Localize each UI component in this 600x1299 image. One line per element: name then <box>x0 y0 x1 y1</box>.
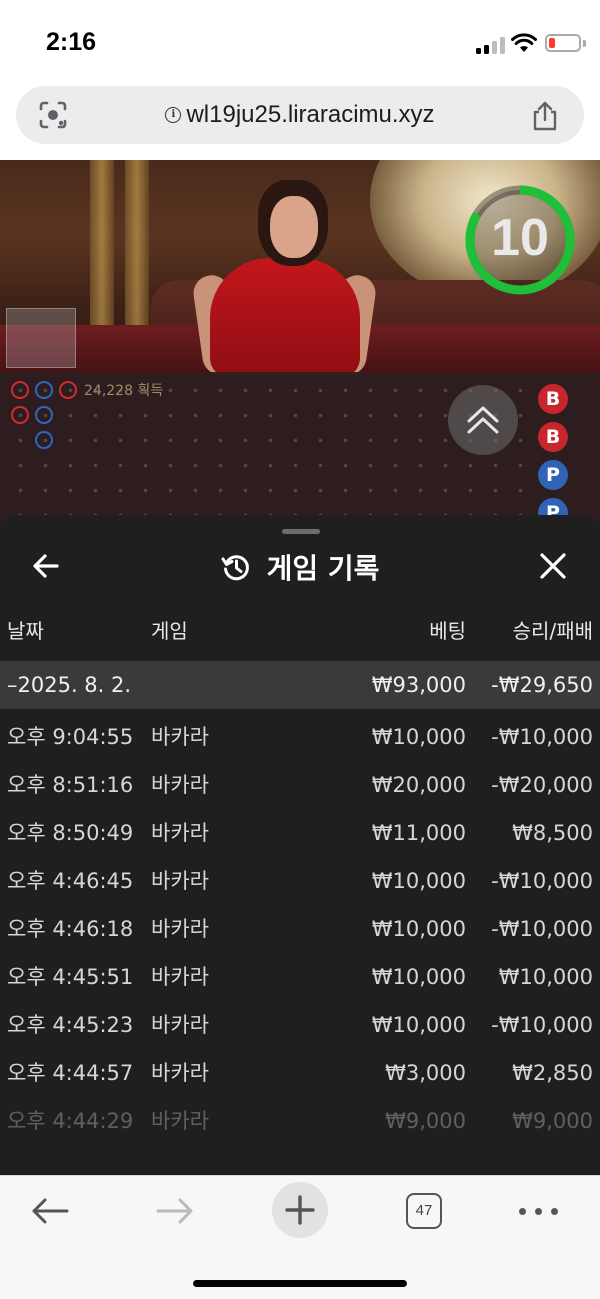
roadmap-banker-mark <box>11 381 29 399</box>
row-time: 오후 4:46:45 <box>7 869 134 893</box>
row-bet: ₩20,000 <box>371 773 466 797</box>
tabs-icon[interactable]: 47 <box>406 1193 442 1229</box>
dealer-face <box>270 196 318 258</box>
table-row[interactable]: 오후 8:50:49 바카라 ₩11,000 ₩8,500 <box>0 811 600 859</box>
row-bet: ₩10,000 <box>371 917 466 941</box>
row-result: -₩10,000 <box>491 917 593 941</box>
table-row[interactable]: 오후 4:44:29 바카라 ₩9,000 ₩9,000 <box>0 1099 600 1147</box>
row-bet: ₩9,000 <box>385 1109 466 1133</box>
row-time: 오후 9:04:55 <box>7 725 134 749</box>
row-time: 오후 4:45:51 <box>7 965 134 989</box>
row-result: ₩2,850 <box>512 1061 593 1085</box>
chevron-up-icon[interactable] <box>448 385 518 455</box>
history-icon <box>221 555 249 581</box>
row-result: ₩9,000 <box>512 1109 593 1133</box>
status-bar: 2:16 <box>0 0 600 80</box>
row-bet: ₩10,000 <box>371 965 466 989</box>
side-badge-player: P <box>538 460 568 490</box>
screen: 2:16 i wl19ju25.liraracimu.xyz 10 24,228… <box>0 0 600 1299</box>
cellular-signal-icon <box>476 36 506 54</box>
plus-icon <box>285 1195 315 1225</box>
battery-cap <box>583 40 586 47</box>
close-icon[interactable] <box>538 551 568 581</box>
forward-arrow-icon[interactable] <box>155 1196 195 1226</box>
back-arrow-icon[interactable] <box>30 1196 70 1226</box>
sheet-title: 게임 기록 <box>266 552 380 585</box>
roadmap: 24,228 획득 <box>0 372 600 532</box>
table-row[interactable]: 오후 9:04:55 바카라 ₩10,000 -₩10,000 <box>0 715 600 763</box>
live-game-area: 10 24,228 획득 B B P P 게임 기록 날짜 게임 베팅 승리/패… <box>0 160 600 1175</box>
roadmap-banker-mark <box>11 406 29 424</box>
game-history-sheet: 게임 기록 날짜 게임 베팅 승리/패배 –2025. 8. 2. ₩93,00… <box>0 515 600 1175</box>
info-icon[interactable]: i <box>165 107 182 123</box>
roadmap-grid <box>8 378 528 528</box>
battery-icon <box>545 34 581 52</box>
table-row[interactable]: 오후 4:44:57 바카라 ₩3,000 ₩2,850 <box>0 1051 600 1099</box>
sheet-header: 게임 기록 <box>0 545 600 589</box>
row-result: ₩10,000 <box>498 965 593 989</box>
row-game: 바카라 <box>151 821 209 845</box>
roadmap-banker-mark <box>59 381 77 399</box>
row-game: 바카라 <box>151 965 209 989</box>
sheet-grabber[interactable] <box>282 529 320 534</box>
side-badge-banker: B <box>538 384 568 414</box>
column-header-result: 승리/패배 <box>512 619 593 643</box>
column-header-date: 날짜 <box>7 619 44 643</box>
address-bar[interactable]: i wl19ju25.liraracimu.xyz <box>16 86 584 144</box>
more-icon[interactable] <box>519 1208 559 1216</box>
row-game: 바카라 <box>151 869 209 893</box>
roadmap-win-text: 24,228 획득 <box>84 383 164 399</box>
table-row[interactable]: 오후 8:51:16 바카라 ₩20,000 -₩20,000 <box>0 763 600 811</box>
table-row[interactable]: 오후 4:45:23 바카라 ₩10,000 -₩10,000 <box>0 1003 600 1051</box>
row-result: -₩10,000 <box>491 869 593 893</box>
row-result: ₩8,500 <box>512 821 593 845</box>
roadmap-player-mark <box>35 381 53 399</box>
dealer-body <box>210 258 360 375</box>
column-header-game: 게임 <box>151 619 188 643</box>
row-bet: ₩11,000 <box>371 821 466 845</box>
countdown-number: 10 <box>491 209 549 267</box>
roadmap-player-mark <box>35 406 53 424</box>
wifi-icon <box>511 33 537 52</box>
url-display[interactable]: i wl19ju25.liraracimu.xyz <box>16 86 584 144</box>
roadmap-player-mark <box>35 431 53 449</box>
row-game: 바카라 <box>151 1013 209 1037</box>
row-result: -₩10,000 <box>491 1013 593 1037</box>
status-time: 2:16 <box>46 28 97 56</box>
summary-result: -₩29,650 <box>491 673 593 697</box>
table-row[interactable]: 오후 4:45:51 바카라 ₩10,000 ₩10,000 <box>0 955 600 1003</box>
row-game: 바카라 <box>151 725 209 749</box>
row-time: 오후 8:50:49 <box>7 821 134 845</box>
table-row[interactable]: 오후 4:46:18 바카라 ₩10,000 -₩10,000 <box>0 907 600 955</box>
table-header: 날짜 게임 베팅 승리/패배 <box>0 615 600 661</box>
new-tab-button[interactable] <box>272 1182 328 1238</box>
row-time: 오후 4:44:57 <box>7 1061 134 1085</box>
row-game: 바카라 <box>151 1109 209 1133</box>
side-badge-banker: B <box>538 422 568 452</box>
row-time: 오후 8:51:16 <box>7 773 134 797</box>
url-text[interactable]: wl19ju25.liraracimu.xyz <box>186 101 434 129</box>
row-bet: ₩10,000 <box>371 1013 466 1037</box>
share-icon[interactable] <box>530 100 560 132</box>
row-bet: ₩10,000 <box>371 869 466 893</box>
summary-date: –2025. 8. 2. <box>7 673 132 697</box>
row-game: 바카라 <box>151 1061 209 1085</box>
table-row[interactable]: 오후 4:46:45 바카라 ₩10,000 -₩10,000 <box>0 859 600 907</box>
row-game: 바카라 <box>151 773 209 797</box>
row-time: 오후 4:46:18 <box>7 917 134 941</box>
browser-toolbar: 47 <box>0 1175 600 1299</box>
column-header-bet: 베팅 <box>429 619 466 643</box>
row-time: 오후 4:45:23 <box>7 1013 134 1037</box>
date-summary-row[interactable]: –2025. 8. 2. ₩93,000 -₩29,650 <box>0 661 600 709</box>
row-bet: ₩3,000 <box>385 1061 466 1085</box>
history-rows: 오후 9:04:55 바카라 ₩10,000 -₩10,000 오후 8:51:… <box>0 715 600 1147</box>
row-bet: ₩10,000 <box>371 725 466 749</box>
card-shoe <box>6 308 76 368</box>
row-game: 바카라 <box>151 917 209 941</box>
summary-bet: ₩93,000 <box>371 673 466 697</box>
row-result: -₩20,000 <box>491 773 593 797</box>
row-time: 오후 4:44:29 <box>7 1109 134 1133</box>
row-result: -₩10,000 <box>491 725 593 749</box>
home-indicator[interactable] <box>193 1280 407 1287</box>
